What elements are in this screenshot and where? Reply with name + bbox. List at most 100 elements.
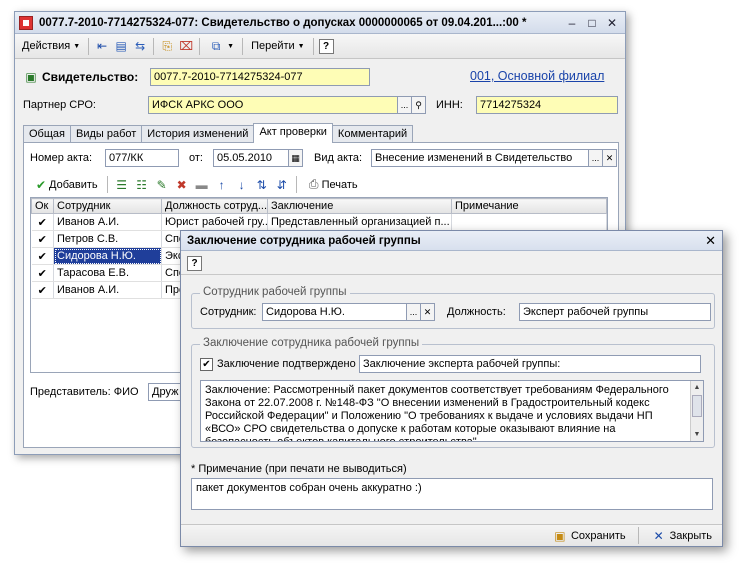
edit-row-icon[interactable]: ✎ xyxy=(154,177,170,193)
main-titlebar[interactable]: 0077.7-2010-7714275324-077: Свидетельств… xyxy=(15,12,625,34)
clear-icon[interactable]: ✕ xyxy=(603,149,617,167)
certificate-number-field[interactable]: 0077.7-2010-7714275324-077 xyxy=(150,68,370,86)
representative-label: Представитель: ФИО xyxy=(30,386,139,398)
add-row-button[interactable]: ✔ Добавить xyxy=(30,175,101,194)
conclusion-scrollbar[interactable]: ▲ ▼ xyxy=(690,381,703,441)
tab-general[interactable]: Общая xyxy=(23,125,71,143)
add-child-icon[interactable]: ☰ xyxy=(114,177,130,193)
maximize-button[interactable]: □ xyxy=(583,15,601,31)
save-button[interactable]: ▣ Сохранить xyxy=(548,528,630,544)
act-number-field[interactable]: 077/КК xyxy=(105,149,179,167)
cell-employee[interactable]: Петров С.В. xyxy=(53,230,162,248)
actions-menu-button[interactable]: Действия ▼ xyxy=(19,37,83,56)
refresh-doc-icon[interactable]: ⇆ xyxy=(132,38,148,54)
move-up-icon[interactable]: ↑ xyxy=(214,177,230,193)
sort-asc-icon[interactable]: ⇅ xyxy=(254,177,270,193)
add-row-label: Добавить xyxy=(49,178,98,191)
position-field[interactable]: Эксперт рабочей группы xyxy=(519,303,711,321)
main-toolbar: Действия ▼ ⇤ ▤ ⇆ ⎘ ⌧ ⧉ ▼ Перейти ▼ ? xyxy=(15,34,625,59)
dialog-button-bar: ▣ Сохранить ✕ Закрыть xyxy=(181,524,722,546)
cell-employee[interactable]: Иванов А.И. xyxy=(53,281,162,299)
scroll-thumb[interactable] xyxy=(692,395,702,417)
cell-employee[interactable]: Тарасова Е.В. xyxy=(53,264,162,282)
inn-field[interactable]: 7714275324 xyxy=(476,96,618,114)
act-date-field[interactable]: 05.05.2010 xyxy=(213,149,289,167)
window-title: 0077.7-2010-7714275324-077: Свидетельств… xyxy=(39,16,527,29)
act-type-select-button[interactable]: ... xyxy=(589,149,603,167)
toolbar-separator xyxy=(88,37,90,55)
position-label: Должность: xyxy=(447,306,506,318)
tab-strip: Общая Виды работ История изменений Акт п… xyxy=(23,123,414,143)
back-arrow-icon[interactable]: ⇤ xyxy=(94,38,110,54)
chevron-down-icon: ▼ xyxy=(227,42,235,50)
ok-check-icon[interactable]: ✔ xyxy=(31,230,54,248)
col-note[interactable]: Примечание xyxy=(451,198,607,214)
col-ok[interactable]: Ок xyxy=(31,198,54,214)
col-conclusion[interactable]: Заключение xyxy=(267,198,452,214)
ok-check-icon[interactable]: ✔ xyxy=(31,213,54,231)
table-row[interactable]: ✔ Иванов А.И. Юрист рабочей гру... Предс… xyxy=(31,213,607,231)
search-icon[interactable]: ⚲ xyxy=(412,96,426,114)
col-employee[interactable]: Сотрудник xyxy=(53,198,162,214)
close-icon: ✕ xyxy=(653,528,664,543)
branch-link[interactable]: 001, Основной филиал xyxy=(470,69,604,83)
unpost-document-icon[interactable]: ⌧ xyxy=(178,38,194,54)
employee-select-button[interactable]: ... xyxy=(407,303,421,321)
partner-label: Партнер СРО: xyxy=(23,99,96,111)
tab-work-types[interactable]: Виды работ xyxy=(69,125,143,143)
grid-toolbar: ✔ Добавить ☰ ☷ ✎ ✖ ▬ ↑ ↓ ⇅ ⇵ ⎙ Печать xyxy=(30,175,361,194)
help-icon[interactable]: ? xyxy=(318,38,334,54)
act-type-field[interactable]: Внесение изменений в Свидетельство xyxy=(371,149,589,167)
dialog-close-icon[interactable]: ✕ xyxy=(705,233,716,249)
close-window-button[interactable]: ✕ xyxy=(603,15,621,31)
close-button[interactable]: ✕ Закрыть xyxy=(647,528,716,544)
note-text: пакет документов собран очень аккуратно … xyxy=(196,482,422,494)
act-row: Номер акта: 077/КК от: 05.05.2010 ▦ Вид … xyxy=(30,149,617,167)
goto-menu-label: Перейти xyxy=(251,40,295,52)
conclusion-title-field[interactable]: Заключение эксперта рабочей группы: xyxy=(359,355,701,373)
note-label: * Примечание (при печати не выводиться) xyxy=(191,463,407,475)
cell-note[interactable] xyxy=(451,213,607,231)
col-position[interactable]: Должность сотруд... xyxy=(161,198,268,214)
end-edit-icon[interactable]: ▬ xyxy=(194,177,210,193)
employee-field[interactable]: Сидорова Н.Ю. xyxy=(262,303,407,321)
confirmed-checkbox[interactable]: ✔ xyxy=(200,357,213,371)
scroll-up-icon[interactable]: ▲ xyxy=(691,381,703,394)
employee-label: Сотрудник: xyxy=(200,306,257,318)
help-icon[interactable]: ? xyxy=(187,256,202,271)
partner-select-button[interactable]: ... xyxy=(398,96,412,114)
dialog-toolbar: ? xyxy=(187,256,202,271)
calendar-icon[interactable]: ▦ xyxy=(289,149,303,167)
document-list-icon[interactable]: ▤ xyxy=(113,38,129,54)
note-textarea[interactable]: пакет документов собран очень аккуратно … xyxy=(191,478,713,510)
tab-inspection-act[interactable]: Акт проверки xyxy=(253,123,333,143)
toolbar-separator xyxy=(312,37,314,55)
structure-menu-button[interactable]: ⧉ ▼ xyxy=(205,37,237,56)
goto-menu-button[interactable]: Перейти ▼ xyxy=(248,37,308,56)
partner-field[interactable]: ИФСК АРКС ООО xyxy=(148,96,398,114)
minimize-button[interactable]: – xyxy=(563,15,581,31)
save-disk-icon: ▣ xyxy=(554,528,566,543)
dialog-titlebar[interactable]: Заключение сотрудника рабочей группы ✕ xyxy=(181,231,722,251)
delete-row-icon[interactable]: ✖ xyxy=(174,177,190,193)
copy-row-icon[interactable]: ☷ xyxy=(134,177,150,193)
clear-icon[interactable]: ✕ xyxy=(421,303,435,321)
ok-check-icon[interactable]: ✔ xyxy=(31,247,54,265)
move-down-icon[interactable]: ↓ xyxy=(234,177,250,193)
sort-desc-icon[interactable]: ⇵ xyxy=(274,177,290,193)
printer-icon: ⎙ xyxy=(308,177,319,191)
print-button[interactable]: ⎙ Печать xyxy=(303,175,361,194)
post-document-icon[interactable]: ⎘ xyxy=(159,38,175,54)
ok-check-icon[interactable]: ✔ xyxy=(31,264,54,282)
cell-conclusion[interactable]: Представленный организацией п... xyxy=(267,213,452,231)
scroll-down-icon[interactable]: ▼ xyxy=(691,428,703,441)
tab-history[interactable]: История изменений xyxy=(141,125,255,143)
cell-position[interactable]: Юрист рабочей гру... xyxy=(161,213,268,231)
dialog-divider xyxy=(181,274,722,275)
ok-check-icon[interactable]: ✔ xyxy=(31,281,54,299)
tab-comment[interactable]: Комментарий xyxy=(331,125,414,143)
cell-employee[interactable]: Иванов А.И. xyxy=(53,213,162,231)
employee-group-title: Сотрудник рабочей группы xyxy=(200,286,350,298)
conclusion-textarea[interactable]: Заключение: Рассмотренный пакет документ… xyxy=(200,380,704,442)
cell-employee[interactable]: Сидорова Н.Ю. xyxy=(53,247,162,265)
